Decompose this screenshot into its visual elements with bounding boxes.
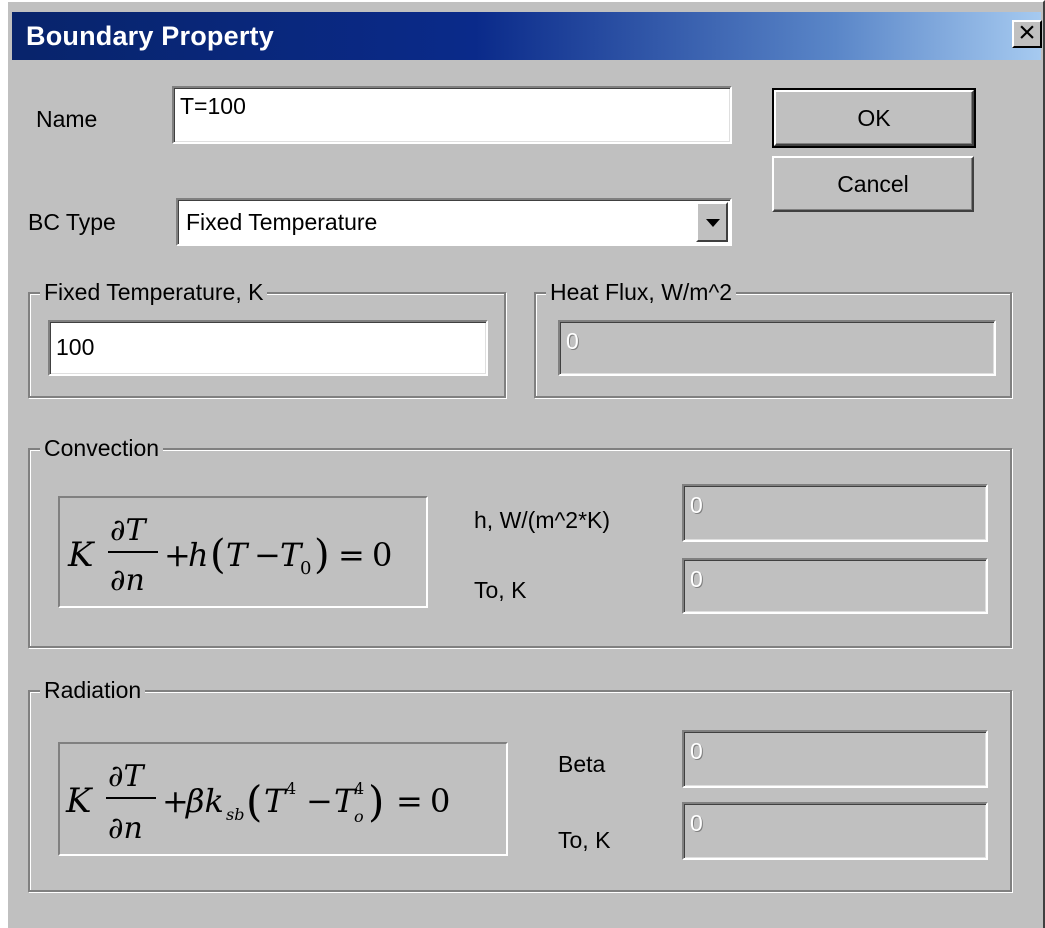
fixed-temperature-group: Fixed Temperature, K 100 [28,278,506,398]
svg-text:T: T [264,782,288,820]
chevron-down-icon[interactable] [696,202,728,242]
radiation-equation: K ∂T ∂n + βk sb ( T 4 − T 4 o ) = 0 [58,742,508,856]
radiation-group: Radiation K ∂T ∂n + βk sb ( T 4 − T 4 o … [28,676,1012,892]
svg-text:=: = [396,782,423,820]
heat-flux-legend: Heat Flux, W/m^2 [546,278,737,306]
boundary-property-dialog: Boundary Property × Name T=100 OK Cancel… [6,0,1045,928]
svg-text:0: 0 [300,558,311,579]
close-icon: × [1018,16,1036,49]
svg-text:h: h [188,536,209,574]
fixed-temperature-input[interactable]: 100 [48,320,488,376]
window-title: Boundary Property [26,21,274,51]
bc-type-value: Fixed Temperature [186,209,378,235]
svg-text:(: ( [246,777,262,826]
cancel-button[interactable]: Cancel [772,156,974,212]
convection-to-label: To, K [474,577,527,603]
svg-text:sb: sb [226,805,244,824]
svg-text:+: + [162,782,189,820]
close-button[interactable]: × [1012,18,1042,48]
svg-text:K: K [65,781,94,821]
name-input[interactable]: T=100 [172,86,732,144]
convection-group: Convection K ∂T ∂n + h ( T − T 0 ) = 0 h… [28,434,1012,648]
convection-equation: K ∂T ∂n + h ( T − T 0 ) = 0 [58,496,428,608]
heat-flux-input[interactable]: 0 [558,320,996,376]
svg-text:): ) [314,532,330,578]
svg-text:4: 4 [354,779,364,798]
svg-text:−: − [306,782,333,820]
title-bar[interactable]: Boundary Property × [12,12,1042,60]
svg-text:0: 0 [372,536,392,574]
svg-text:o: o [354,807,364,826]
bc-type-select[interactable]: Fixed Temperature [176,198,732,246]
svg-text:−: − [254,536,281,574]
svg-text:∂T: ∂T [108,759,146,794]
svg-text:+: + [164,536,191,574]
radiation-beta-label: Beta [558,751,606,777]
svg-text:∂n: ∂n [108,811,143,846]
svg-text:βk: βk [185,782,224,820]
svg-text:4: 4 [286,779,296,798]
radiation-to-label: To, K [558,827,611,853]
svg-text:=: = [338,536,365,574]
svg-text:0: 0 [430,782,450,820]
radiation-to-input[interactable]: 0 [682,802,988,860]
fixed-temperature-legend: Fixed Temperature, K [40,278,268,306]
radiation-beta-input[interactable]: 0 [682,730,988,788]
svg-text:): ) [368,777,384,826]
svg-text:∂n: ∂n [110,563,145,598]
convection-legend: Convection [40,434,164,462]
name-label: Name [36,106,98,132]
svg-text:(: ( [210,532,226,578]
svg-text:T: T [226,536,250,574]
heat-flux-group: Heat Flux, W/m^2 0 [534,278,1012,398]
convection-h-label: h, W/(m^2*K) [474,507,611,533]
radiation-legend: Radiation [40,676,146,704]
ok-button[interactable]: OK [772,88,976,148]
bc-type-label: BC Type [28,209,116,235]
svg-text:∂T: ∂T [110,513,148,548]
convection-to-input[interactable]: 0 [682,558,988,614]
svg-text:K: K [67,535,96,575]
convection-h-input[interactable]: 0 [682,484,988,542]
